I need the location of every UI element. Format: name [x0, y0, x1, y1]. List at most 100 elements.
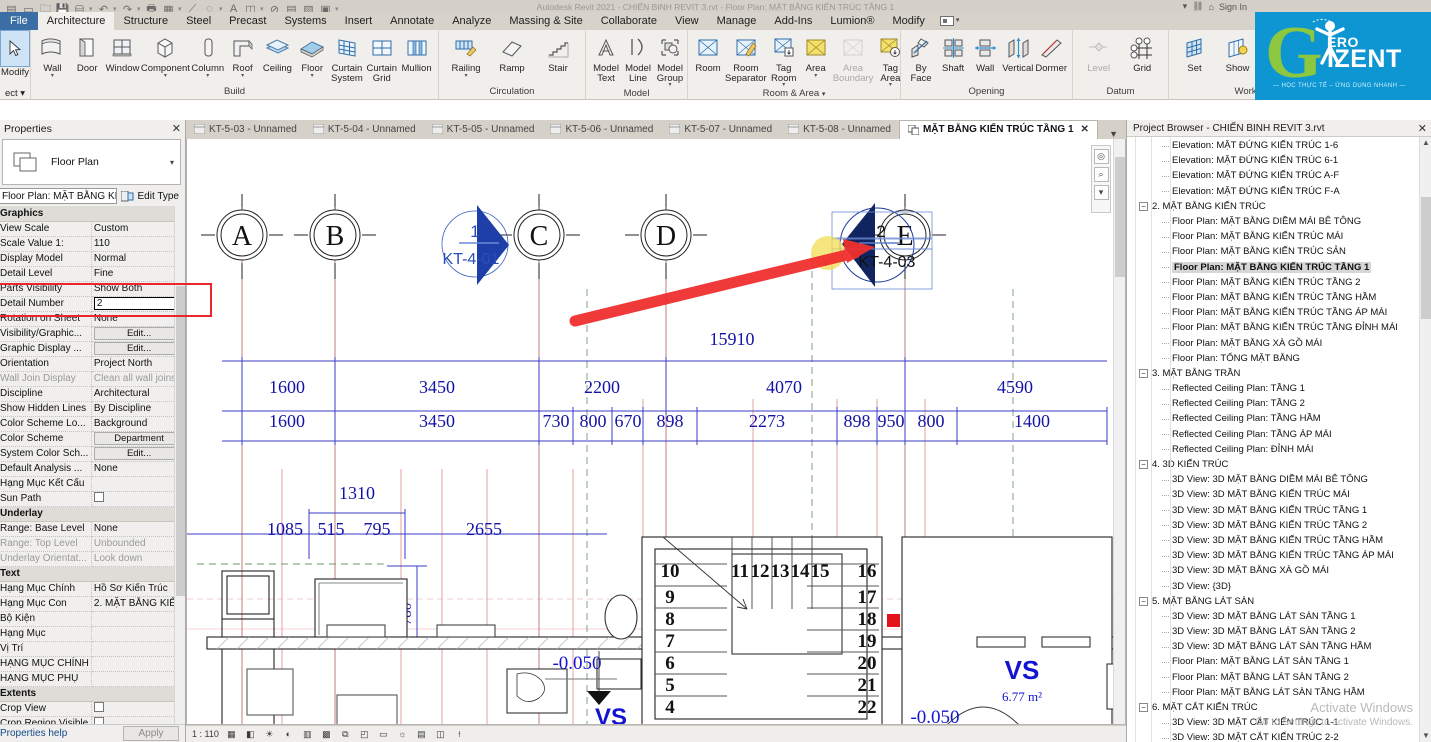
- ribbon-tab-lumion[interactable]: Lumion®: [821, 12, 883, 30]
- view-tab-kt-5-04[interactable]: KT-5-04 - Unnamed: [305, 120, 424, 139]
- ribbon-button-ceiling[interactable]: Ceiling: [260, 32, 295, 74]
- chevron-down-icon[interactable]: ▾: [814, 73, 817, 79]
- ribbon-tab-systems[interactable]: Systems: [275, 12, 335, 30]
- ribbon-button-component[interactable]: Component ▾: [140, 32, 190, 79]
- browser-scrollbar[interactable]: ▲ ▼: [1419, 137, 1431, 742]
- ribbon-button-dormer[interactable]: Dormer: [1034, 32, 1068, 74]
- chevron-down-icon[interactable]: ▾: [206, 73, 209, 79]
- apply-button[interactable]: Apply: [123, 726, 179, 741]
- properties-row-value[interactable]: 110: [91, 236, 185, 252]
- properties-row[interactable]: Default Analysis ... None: [0, 461, 185, 477]
- properties-row[interactable]: Hạng Mục Con 2. MẶT BẰNG KIẾ...: [0, 596, 185, 612]
- ribbon-button-curtain-grid[interactable]: Curtain Grid: [364, 32, 399, 83]
- crop-region-icon[interactable]: ◰: [358, 728, 371, 741]
- properties-row-value[interactable]: [91, 641, 185, 657]
- properties-row-value[interactable]: 2. MẶT BẰNG KIẾ...: [91, 596, 185, 612]
- chevron-down-icon[interactable]: ▾: [164, 73, 167, 79]
- binoculars-icon[interactable]: ⛓: [1192, 1, 1203, 12]
- properties-row[interactable]: Orientation Project North: [0, 356, 185, 372]
- reveal-hidden-elements-icon[interactable]: ▤: [415, 728, 428, 741]
- properties-row-value[interactable]: None: [91, 461, 185, 477]
- chevron-down-icon[interactable]: ▾: [956, 14, 960, 28]
- zoom-icon[interactable]: ⌕: [1093, 167, 1109, 182]
- properties-row[interactable]: Sun Path: [0, 491, 185, 507]
- expand-collapse-icon[interactable]: −: [1139, 703, 1148, 713]
- ribbon-tab-view[interactable]: View: [666, 12, 708, 30]
- view-tab-kt-5-06[interactable]: KT-5-06 - Unnamed: [542, 120, 661, 139]
- properties-scrollbar[interactable]: [174, 206, 185, 724]
- chevron-down-icon[interactable]: ▾: [822, 91, 826, 98]
- ribbon-button-door[interactable]: Door: [70, 32, 105, 74]
- signin-label[interactable]: Sign In: [1219, 2, 1247, 12]
- ribbon-button-show-workplane[interactable]: Show: [1216, 32, 1259, 74]
- ribbon-tab-architecture[interactable]: Architecture: [37, 12, 115, 30]
- properties-row[interactable]: Range: Top Level Unbounded: [0, 536, 185, 552]
- crop-view-icon[interactable]: ⧉: [339, 728, 352, 741]
- properties-row-value[interactable]: [91, 476, 185, 492]
- ribbon-tab-annotate[interactable]: Annotate: [381, 12, 443, 30]
- modify-button[interactable]: [0, 30, 30, 67]
- ribbon-tab-structure[interactable]: Structure: [114, 12, 177, 30]
- properties-row[interactable]: Hạng Mục: [0, 626, 185, 642]
- properties-row-value[interactable]: By Discipline: [91, 401, 185, 417]
- properties-row-value[interactable]: Clean all wall joins: [91, 371, 185, 387]
- properties-row[interactable]: Color Scheme Lo... Background: [0, 416, 185, 432]
- drawing-canvas[interactable]: A B C D E 1 KT-4-01 2 KT-4-03 15910 1600…: [186, 139, 1126, 725]
- properties-row[interactable]: Hạng Mục Chính Hồ Sơ Kiến Trúc: [0, 581, 185, 597]
- search-caret-icon[interactable]: ▾: [1183, 1, 1188, 12]
- ribbon-button-curtain-system[interactable]: Curtain System: [330, 32, 365, 83]
- scale-icon[interactable]: ▦: [225, 728, 238, 741]
- detail-number-input[interactable]: 2: [93, 297, 185, 310]
- properties-row[interactable]: Parts Visibility Show Both: [0, 281, 185, 297]
- properties-help-link[interactable]: Properties help: [0, 728, 67, 739]
- close-icon[interactable]: ✕: [1081, 124, 1089, 135]
- ribbon-display-options[interactable]: ▾: [934, 12, 966, 30]
- properties-row[interactable]: Underlay Orientat... Look down: [0, 551, 185, 567]
- scroll-up-icon[interactable]: ▲: [1420, 137, 1431, 149]
- properties-row-value[interactable]: Custom: [91, 221, 185, 237]
- view-tab-kt-5-03[interactable]: KT-5-03 - Unnamed: [186, 120, 305, 139]
- properties-row[interactable]: Range: Base Level None: [0, 521, 185, 537]
- properties-row[interactable]: Graphic Display ... Edit...: [0, 341, 185, 357]
- properties-row-value[interactable]: [91, 626, 185, 642]
- expand-collapse-icon[interactable]: −: [1139, 201, 1148, 211]
- ribbon-tab-massing-site[interactable]: Massing & Site: [500, 12, 591, 30]
- properties-row-value[interactable]: Hồ Sơ Kiến Trúc: [91, 581, 185, 597]
- steering-wheel-icon[interactable]: ◎: [1093, 149, 1109, 164]
- ribbon-button-room[interactable]: Room: [692, 32, 724, 74]
- properties-row-value[interactable]: [91, 701, 185, 717]
- properties-row[interactable]: Detail Level Fine: [0, 266, 185, 282]
- view-tab-kt-5-08[interactable]: KT-5-08 - Unnamed: [780, 120, 899, 139]
- view-tab-kt-5-07[interactable]: KT-5-07 - Unnamed: [661, 120, 780, 139]
- chevron-down-icon[interactable]: ▾: [170, 158, 174, 167]
- properties-row-value[interactable]: Normal: [91, 251, 185, 267]
- close-icon[interactable]: ✕: [172, 122, 181, 135]
- properties-row-value[interactable]: Background: [91, 416, 185, 432]
- properties-row-value[interactable]: Look down: [91, 551, 185, 567]
- view-tab-strip[interactable]: KT-5-03 - Unnamed KT-5-04 - Unnamed KT-5…: [186, 120, 1126, 139]
- properties-row[interactable]: Wall Join Display Clean all wall joins: [0, 371, 185, 387]
- scroll-down-icon[interactable]: ▼: [1420, 730, 1431, 742]
- properties-checkbox[interactable]: [93, 492, 104, 502]
- ribbon-button-grid[interactable]: Grid: [1121, 32, 1165, 74]
- ribbon-button-wall[interactable]: Wall ▾: [35, 32, 70, 79]
- properties-row-value[interactable]: 2: [91, 296, 185, 312]
- properties-row-value[interactable]: Edit...: [91, 446, 185, 462]
- ribbon-button-wall-opening[interactable]: Wall: [969, 32, 1001, 74]
- visual-style-icon[interactable]: ☀: [263, 728, 276, 741]
- properties-type-preview[interactable]: Floor Plan ▾: [2, 139, 181, 185]
- properties-row-value[interactable]: [91, 656, 185, 672]
- properties-row[interactable]: Show Hidden Lines By Discipline: [0, 401, 185, 417]
- properties-row-value[interactable]: [91, 716, 185, 724]
- navigation-bar[interactable]: ◎ ⌕ ▾: [1091, 145, 1111, 213]
- expand-collapse-icon[interactable]: −: [1139, 460, 1148, 470]
- properties-row[interactable]: System Color Sch... Edit...: [0, 446, 185, 462]
- properties-edit-button[interactable]: Edit...: [93, 342, 185, 355]
- ribbon-button-stair[interactable]: Stair: [535, 32, 581, 74]
- ribbon-button-shaft[interactable]: Shaft: [937, 32, 969, 74]
- ribbon-tab-steel[interactable]: Steel: [177, 12, 220, 30]
- edit-type-button[interactable]: Edit Type: [121, 190, 181, 202]
- properties-row-value[interactable]: Show Both: [91, 281, 185, 297]
- properties-row[interactable]: Crop Region Visible: [0, 716, 185, 724]
- properties-row-value[interactable]: Fine: [91, 266, 185, 282]
